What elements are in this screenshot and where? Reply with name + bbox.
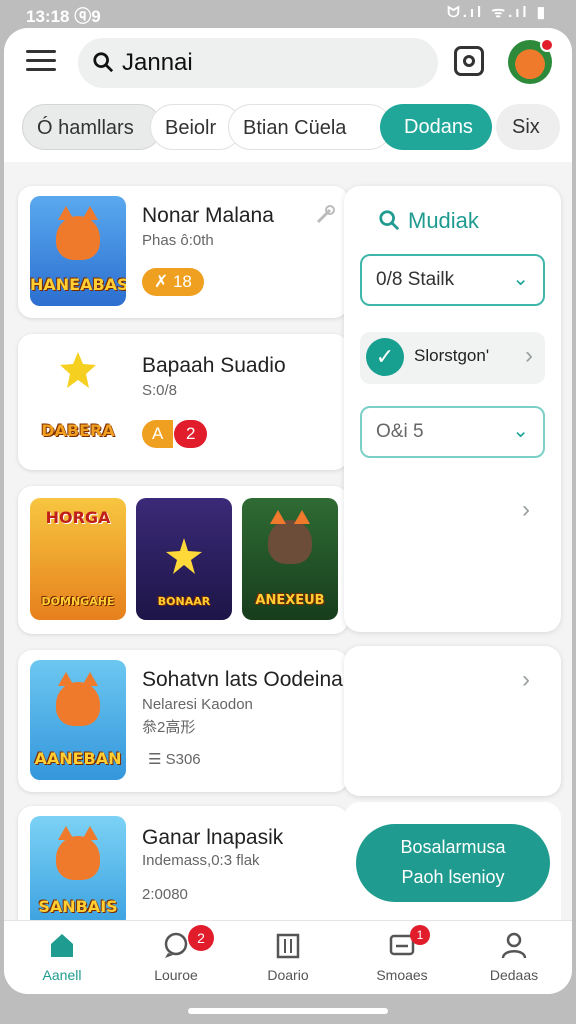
nav-item-building[interactable]: Doario (238, 921, 338, 994)
building-icon (276, 933, 300, 959)
checkbox-row[interactable]: ✓ Slorstgon' › (360, 332, 545, 384)
nav-badge: 1 (410, 925, 430, 945)
chip-3[interactable]: Btian Cüela (228, 104, 392, 150)
game-card[interactable]: AANEBAN Sohatvn lats Oodeina Nelaresi Ka… (18, 650, 348, 792)
chevron-down-icon: ⌄ (512, 420, 529, 442)
bottom-nav: Aanell 2 Louroe Doario 1 Smoaes Dedaas (4, 920, 572, 994)
chip-active[interactable]: Dodans (380, 104, 492, 150)
cta-button[interactable]: Bosalarmusa Paoh lsenioy (356, 824, 550, 902)
panel-title: Mudiak (378, 208, 479, 234)
game-subtitle: Nelaresi Kaodon (142, 696, 253, 713)
rating-badge: ✗ 18 (142, 268, 204, 296)
notification-dot (540, 38, 554, 52)
nav-item-chat[interactable]: 2 Louroe (126, 921, 226, 994)
game-card[interactable]: DABERA Bapaah Suadio S:0/8 A 2 (18, 334, 348, 470)
game-thumbnail: HANEABAS (30, 196, 126, 306)
game-card[interactable]: HANEABAS Nonar Malana Phas ô:0th ✗ 18 (18, 186, 348, 318)
game-title: Ganar lnapasik (142, 826, 284, 849)
menu-icon[interactable] (26, 50, 56, 74)
game-thumbnail: DABERA (30, 346, 126, 458)
chevron-right-icon: › (525, 342, 533, 369)
game-thumbnail: SANBAIS (30, 816, 126, 928)
game-thumbnail[interactable]: BONAAR (136, 498, 232, 620)
person-icon (501, 932, 527, 959)
game-title: Bapaah Suadio (142, 354, 286, 377)
chat-icon (164, 932, 188, 958)
home-indicator (188, 1008, 388, 1014)
wrench-icon[interactable] (314, 204, 336, 226)
nav-item-messages[interactable]: 1 Smoaes (352, 921, 452, 994)
check-icon: ✓ (366, 338, 404, 376)
badge-a: A (142, 420, 174, 448)
status-time: 13:18 ⓠ9 (26, 7, 101, 26)
game-meta: ☰ S306 (148, 751, 201, 768)
game-thumbnail[interactable]: ANEXEUB (242, 498, 338, 620)
game-card[interactable]: SANBAIS Ganar lnapasik Indemass,0:3 flak… (18, 806, 348, 936)
top-bar: Jannai (4, 28, 572, 100)
filter-chips: Ó hamllars Beiolr Btian Cüela Dodans Six (4, 100, 572, 162)
game-thumbnail[interactable]: HORGA DOMNGAHE (30, 498, 126, 620)
game-title: Sohatvn lats Oodeina (142, 668, 343, 691)
thumbnail-row-card: HORGA DOMNGAHE BONAAR ANEXEUB (18, 486, 348, 634)
chevron-right-icon[interactable]: › (522, 496, 530, 524)
search-icon (93, 52, 114, 73)
game-meta: 2:0080 (142, 886, 188, 903)
search-input[interactable]: Jannai (122, 49, 193, 77)
game-subtitle-2: 叅2高形 (142, 719, 196, 736)
camera-icon[interactable] (454, 46, 484, 76)
nav-item-profile[interactable]: Dedaas (464, 921, 564, 994)
nav-badge: 2 (188, 925, 214, 951)
game-subtitle: Indemass,0:3 flak (142, 852, 260, 869)
home-icon (51, 934, 73, 957)
app-window: Jannai Ó hamllars Beiolr Btian Cüela Dod… (4, 28, 572, 994)
badge-count: 2 (174, 420, 208, 448)
side-card: › (344, 646, 561, 796)
chip-5[interactable]: Six (496, 104, 560, 150)
game-subtitle: Phas ô:0th (142, 232, 214, 249)
filter-panel: Mudiak 0/8 Stailk ⌄ ✓ Slorstgon' › O&i 5… (344, 186, 561, 632)
search-icon (379, 210, 400, 231)
chevron-down-icon: ⌄ (512, 268, 529, 290)
status-bar: 13:18 ⓠ9 ᗢ.ıl ᯤ.ıl ▮ (0, 0, 576, 26)
dropdown-select-1[interactable]: 0/8 Stailk ⌄ (360, 254, 545, 306)
game-title: Nonar Malana (142, 204, 274, 227)
game-thumbnail: AANEBAN (30, 660, 126, 780)
avatar[interactable] (508, 38, 554, 84)
game-subtitle: S:0/8 (142, 382, 178, 399)
chevron-right-icon[interactable]: › (522, 666, 530, 694)
status-icons: ᗢ.ıl ᯤ.ıl ▮ (447, 4, 548, 21)
nav-item-home[interactable]: Aanell (12, 921, 112, 994)
dropdown-select-2[interactable]: O&i 5 ⌄ (360, 406, 545, 458)
search-bar[interactable]: Jannai (78, 38, 438, 88)
chip-1[interactable]: Ó hamllars (22, 104, 162, 150)
